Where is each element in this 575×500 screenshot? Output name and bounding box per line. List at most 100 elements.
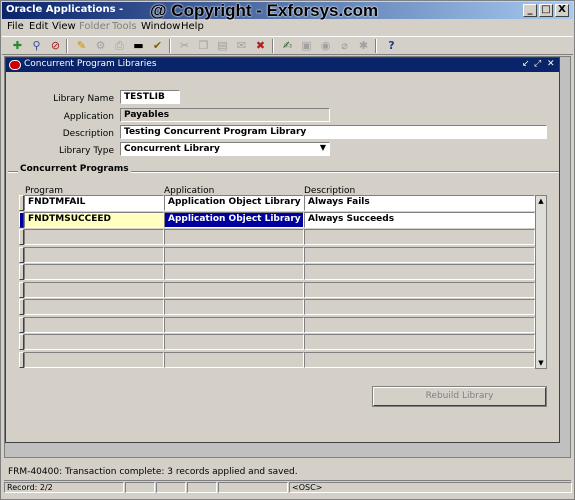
status-field-empty [187, 482, 217, 493]
application-label: Application [63, 112, 114, 122]
window-title-bar[interactable]: Oracle Applications - @ Copyright - Exfo… [2, 1, 573, 20]
status-message: FRM-40400: Transaction complete: 3 recor… [8, 467, 298, 477]
toolbar-separator [66, 39, 68, 53]
scroll-up-icon[interactable]: ▲ [536, 196, 546, 206]
description-cell[interactable] [304, 247, 535, 263]
copyright-watermark: @ Copyright - Exforsys.com [150, 1, 379, 20]
description-cell[interactable] [304, 317, 535, 333]
form-maximize-icon[interactable]: ⤢ [534, 59, 541, 69]
table-scrollbar[interactable]: ▲ ▼ [535, 195, 547, 369]
zoom-tool-icon[interactable]: ✱ [356, 39, 371, 53]
concurrent-program-libraries-form: Concurrent Program Libraries ↙ ⤢ ✕ Libra… [5, 57, 560, 443]
program-cell[interactable] [24, 264, 164, 280]
status-field-empty [125, 482, 155, 493]
navigator-icon[interactable]: ⚙ [93, 39, 108, 53]
description-cell[interactable] [304, 264, 535, 280]
close-button[interactable]: X [555, 4, 569, 17]
library-name-field[interactable]: TESTLIB [120, 90, 180, 104]
toolbar: ✚ ⚲ ⊘ ✎ ⚙ ⎙ ▬ ✔ ✂ ❐ ▤ ✉ ✖ ✍ ▣ ◉ ⌀ ✱ ? [2, 36, 573, 55]
new-record-icon[interactable]: ✚ [10, 39, 25, 53]
concurrent-programs-table: FNDTMFAIL Application Object Library Alw… [19, 195, 547, 369]
program-cell[interactable] [24, 299, 164, 315]
copy-icon[interactable]: ❐ [196, 39, 211, 53]
library-type-select[interactable]: Concurrent Library ▼ [120, 142, 330, 156]
program-cell-current[interactable]: FNDTMSUCCEED [24, 212, 164, 228]
application-cell[interactable] [164, 352, 304, 368]
menu-edit[interactable]: Edit [29, 21, 48, 32]
description-cell[interactable] [304, 352, 535, 368]
status-field-empty [218, 482, 288, 493]
menu-tools[interactable]: Tools [112, 21, 137, 32]
translations-icon[interactable]: ◉ [318, 39, 333, 53]
application-cell[interactable] [164, 317, 304, 333]
program-cell[interactable] [24, 229, 164, 245]
find-icon[interactable]: ⚲ [29, 39, 44, 53]
chevron-down-icon[interactable]: ▼ [320, 143, 326, 152]
program-cell[interactable] [24, 334, 164, 350]
application-field[interactable]: Payables [120, 108, 330, 122]
mdi-workspace: Concurrent Program Libraries ↙ ⤢ ✕ Libra… [4, 56, 571, 458]
osc-indicator: <OSC> [289, 482, 572, 493]
application-cell[interactable] [164, 247, 304, 263]
description-field[interactable]: Testing Concurrent Program Library [120, 125, 547, 139]
record-counter: Record: 2/2 [4, 482, 124, 493]
application-cell[interactable] [164, 299, 304, 315]
form-close-icon[interactable]: ✕ [547, 59, 555, 69]
form-minimize-icon[interactable]: ↙ [522, 59, 530, 69]
scroll-down-icon[interactable]: ▼ [536, 358, 546, 368]
description-label: Description [62, 129, 114, 139]
status-fields: Record: 2/2 <OSC> [4, 480, 572, 493]
program-cell[interactable] [24, 247, 164, 263]
rebuild-library-button[interactable]: Rebuild Library [373, 387, 546, 406]
library-name-label: Library Name [53, 94, 114, 104]
program-cell[interactable] [24, 352, 164, 368]
application-cell[interactable] [164, 264, 304, 280]
minimize-button[interactable]: _ [523, 4, 537, 17]
clear-icon[interactable]: ⊘ [48, 39, 63, 53]
menu-view[interactable]: View [52, 21, 76, 32]
description-cell[interactable]: Always Succeeds [304, 212, 535, 228]
program-cell[interactable]: FNDTMFAIL [24, 195, 164, 211]
library-type-label: Library Type [58, 146, 114, 156]
approve-icon[interactable]: ✔ [150, 39, 165, 53]
application-cell[interactable] [164, 229, 304, 245]
application-cell-selected-text: Application Object Library [165, 213, 303, 227]
application-cell[interactable] [164, 282, 304, 298]
menu-window[interactable]: Window [141, 21, 180, 32]
new-icon[interactable]: ✉ [234, 39, 249, 53]
application-cell[interactable]: Application Object Library [164, 212, 304, 228]
status-bar: FRM-40400: Transaction complete: 3 recor… [2, 459, 573, 499]
description-cell[interactable] [304, 282, 535, 298]
application-cell[interactable] [164, 334, 304, 350]
concurrent-programs-title: Concurrent Programs [18, 164, 131, 174]
program-cell[interactable] [24, 282, 164, 298]
cut-icon[interactable]: ✂ [177, 39, 192, 53]
folder-icon[interactable]: ▣ [299, 39, 314, 53]
lov-icon[interactable]: ✎ [74, 39, 89, 53]
help-icon[interactable]: ? [384, 39, 399, 53]
delete-icon[interactable]: ✖ [253, 39, 268, 53]
menu-file[interactable]: File [7, 21, 24, 32]
maximize-button[interactable]: □ [539, 4, 553, 17]
description-cell[interactable] [304, 299, 535, 315]
library-type-value: Concurrent Library [124, 144, 220, 154]
oracle-form-icon [9, 60, 21, 70]
paste-icon[interactable]: ▤ [215, 39, 230, 53]
print-icon[interactable]: ⎙ [112, 39, 127, 53]
status-field-empty [156, 482, 186, 493]
form-title: Concurrent Program Libraries [24, 59, 157, 69]
toolbar-separator [169, 39, 171, 53]
edit-field-icon[interactable]: ✍ [280, 39, 295, 53]
attachments-icon[interactable]: ⌀ [337, 39, 352, 53]
form-title-bar[interactable]: Concurrent Program Libraries ↙ ⤢ ✕ [6, 58, 559, 72]
toolbar-separator [272, 39, 274, 53]
description-cell[interactable] [304, 334, 535, 350]
program-cell[interactable] [24, 317, 164, 333]
description-cell[interactable]: Always Fails [304, 195, 535, 211]
zoom-icon[interactable]: ▬ [131, 39, 146, 53]
menu-folder[interactable]: Folder [79, 21, 110, 32]
menu-help[interactable]: Help [181, 21, 204, 32]
menu-bar: File Edit View Folder Tools Window Help [2, 20, 573, 35]
description-cell[interactable] [304, 229, 535, 245]
application-cell[interactable]: Application Object Library [164, 195, 304, 211]
